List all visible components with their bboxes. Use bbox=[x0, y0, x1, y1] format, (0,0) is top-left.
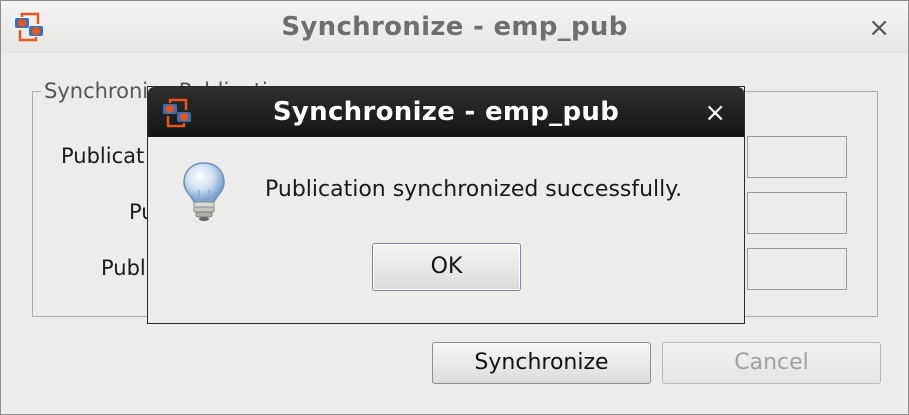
row-label-1: Publicat bbox=[61, 144, 145, 168]
window-title: Synchronize - emp_pub bbox=[281, 12, 628, 42]
field-3[interactable] bbox=[747, 248, 847, 290]
ok-button[interactable]: OK bbox=[372, 243, 521, 291]
field-1[interactable] bbox=[747, 136, 847, 178]
window-titlebar[interactable]: Synchronize - emp_pub × bbox=[1, 1, 908, 53]
lightbulb-icon bbox=[183, 162, 225, 221]
close-icon[interactable]: × bbox=[704, 100, 726, 126]
message-dialog: Synchronize - emp_pub × Publication sync… bbox=[147, 86, 745, 324]
field-2[interactable] bbox=[747, 192, 847, 234]
synchronize-button[interactable]: Synchronize bbox=[432, 342, 651, 384]
cancel-button[interactable]: Cancel bbox=[662, 342, 881, 384]
dialog-titlebar[interactable]: Synchronize - emp_pub × bbox=[148, 87, 744, 137]
dialog-title: Synchronize - emp_pub bbox=[272, 97, 620, 127]
dialog-message: Publication synchronized successfully. bbox=[265, 177, 683, 202]
row-label-3: Publ bbox=[101, 256, 146, 280]
close-icon[interactable]: × bbox=[868, 15, 890, 41]
